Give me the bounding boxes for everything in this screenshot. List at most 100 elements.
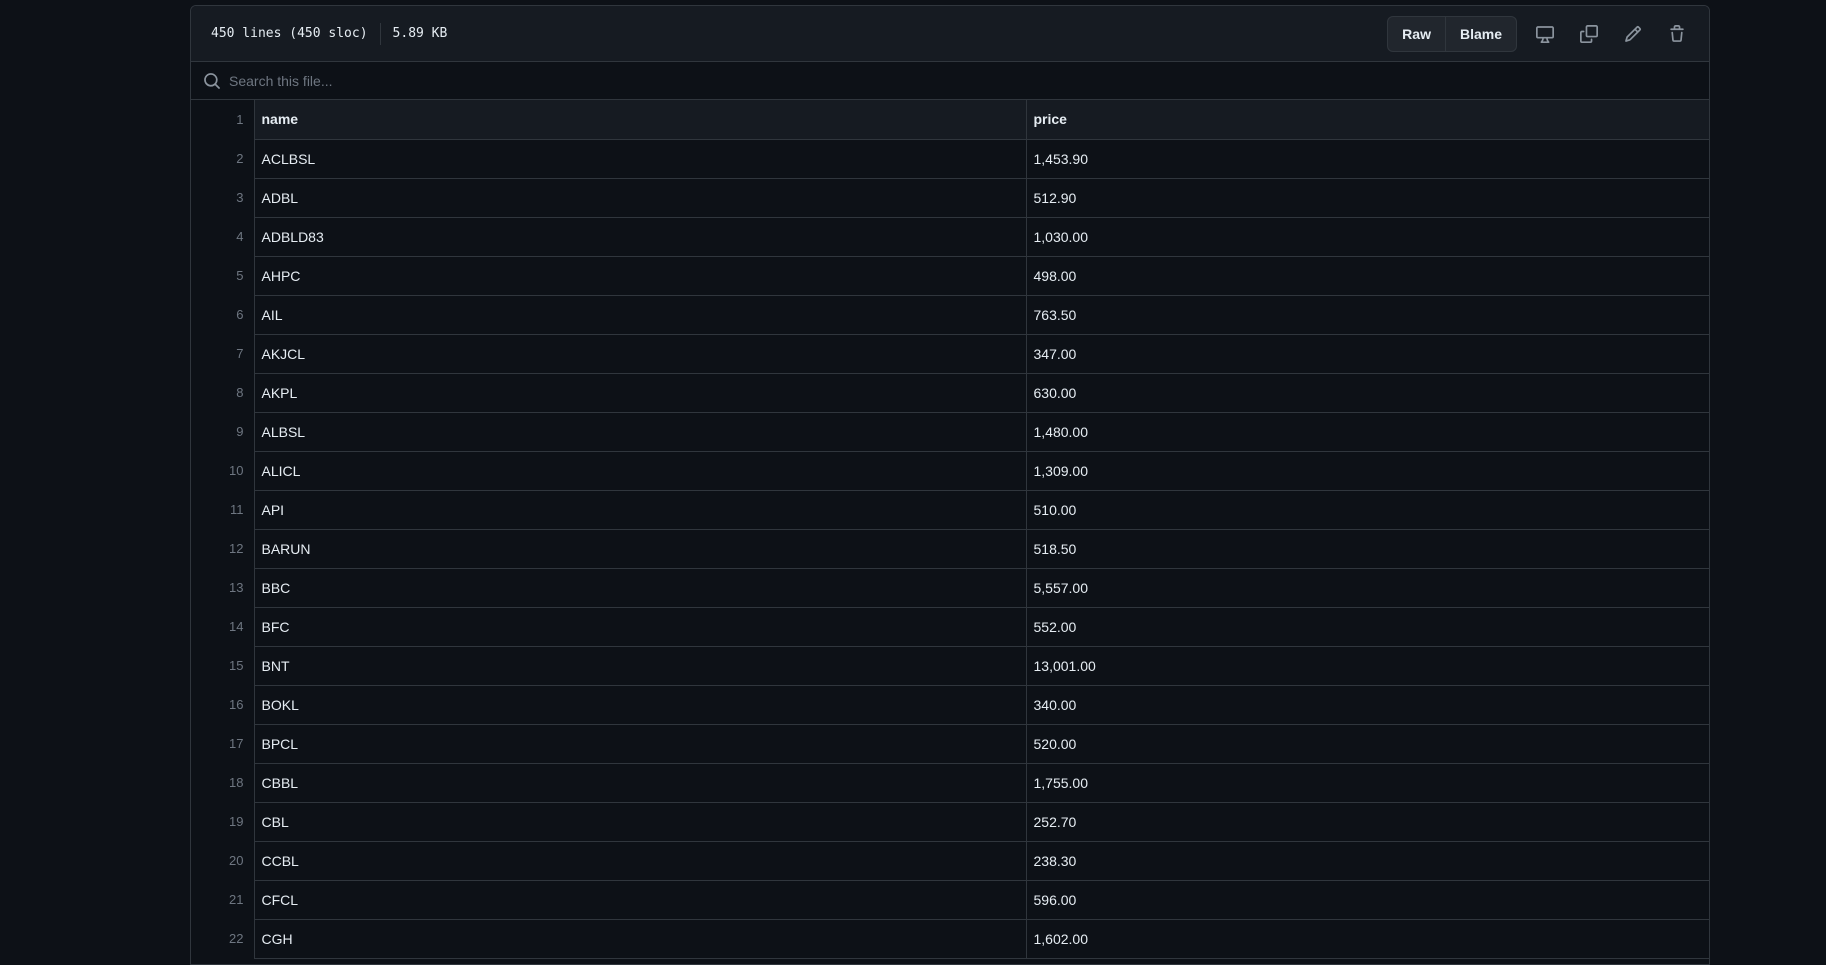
- table-row: 11 API 510.00: [191, 490, 1709, 530]
- cell-price: 552.00: [1026, 607, 1709, 647]
- cell-price: 596.00: [1026, 880, 1709, 920]
- cell-price: 340.00: [1026, 685, 1709, 725]
- line-number[interactable]: 22: [191, 919, 255, 958]
- line-number[interactable]: 2: [191, 139, 255, 178]
- line-number[interactable]: 14: [191, 607, 255, 646]
- line-number[interactable]: 9: [191, 412, 255, 451]
- file-viewer: 450 lines (450 sloc) 5.89 KB Raw Blame S…: [190, 5, 1710, 965]
- table-header-row: 1 name price: [191, 100, 1709, 140]
- table-row: 16 BOKL 340.00: [191, 685, 1709, 725]
- line-number[interactable]: 17: [191, 724, 255, 763]
- line-number[interactable]: 7: [191, 334, 255, 373]
- line-number[interactable]: 10: [191, 451, 255, 490]
- line-number[interactable]: 20: [191, 841, 255, 880]
- table-row: 4 ADBLD83 1,030.00: [191, 217, 1709, 257]
- cell-name: BARUN: [254, 529, 1027, 569]
- cell-name: BNT: [254, 646, 1027, 686]
- cell-name: BFC: [254, 607, 1027, 647]
- file-actions: Raw Blame: [1387, 15, 1693, 52]
- cell-name: ALBSL: [254, 412, 1027, 452]
- line-number[interactable]: 19: [191, 802, 255, 841]
- table-row: 20 CCBL 238.30: [191, 841, 1709, 881]
- pencil-icon[interactable]: [1617, 18, 1649, 50]
- cell-price: 1,755.00: [1026, 763, 1709, 803]
- raw-button[interactable]: Raw: [1388, 17, 1445, 51]
- line-number[interactable]: 21: [191, 880, 255, 919]
- cell-price: 238.30: [1026, 841, 1709, 881]
- table-row: 8 AKPL 630.00: [191, 373, 1709, 413]
- table-row: 21 CFCL 596.00: [191, 880, 1709, 920]
- trash-icon[interactable]: [1661, 18, 1693, 50]
- cell-name: CBBL: [254, 763, 1027, 803]
- cell-name: API: [254, 490, 1027, 530]
- file-info: 450 lines (450 sloc) 5.89 KB: [211, 22, 448, 45]
- table-row: 10 ALICL 1,309.00: [191, 451, 1709, 491]
- cell-price: 1,453.90: [1026, 139, 1709, 179]
- line-number[interactable]: 12: [191, 529, 255, 568]
- table-row: 22 CGH 1,602.00: [191, 919, 1709, 959]
- cell-price: 512.90: [1026, 178, 1709, 218]
- csv-table: 1 name price 2 ACLBSL 1,453.90 3 ADBL 512.90 4 ADB…: [191, 100, 1709, 959]
- cell-price: 1,030.00: [1026, 217, 1709, 257]
- search-icon: [204, 72, 220, 89]
- line-number[interactable]: 3: [191, 178, 255, 217]
- table-row: 17 BPCL 520.00: [191, 724, 1709, 764]
- cell-price: 347.00: [1026, 334, 1709, 374]
- cell-name: CCBL: [254, 841, 1027, 881]
- cell-name: CGH: [254, 919, 1027, 959]
- search-bar: [191, 62, 1709, 100]
- table-row: 13 BBC 5,557.00: [191, 568, 1709, 608]
- cell-name: BOKL: [254, 685, 1027, 725]
- line-number[interactable]: 15: [191, 646, 255, 685]
- blame-button[interactable]: Blame: [1444, 16, 1516, 51]
- copy-icon[interactable]: [1573, 18, 1605, 50]
- desktop-icon[interactable]: [1529, 18, 1561, 50]
- cell-name: BPCL: [254, 724, 1027, 764]
- cell-name: AIL: [254, 295, 1027, 335]
- line-number[interactable]: 1: [191, 100, 255, 139]
- table-row: 19 CBL 252.70: [191, 802, 1709, 842]
- cell-name: ADBLD83: [254, 217, 1027, 257]
- table-row: 14 BFC 552.00: [191, 607, 1709, 647]
- column-header-name: name: [254, 100, 1027, 140]
- search-input[interactable]: [229, 72, 1629, 89]
- file-header: 450 lines (450 sloc) 5.89 KB Raw Blame: [191, 6, 1709, 62]
- table-row: 2 ACLBSL 1,453.90: [191, 139, 1709, 179]
- cell-name: AKJCL: [254, 334, 1027, 374]
- cell-price: 252.70: [1026, 802, 1709, 842]
- cell-price: 630.00: [1026, 373, 1709, 413]
- table-row: 15 BNT 13,001.00: [191, 646, 1709, 686]
- cell-price: 1,309.00: [1026, 451, 1709, 491]
- cell-price: 510.00: [1026, 490, 1709, 530]
- line-number[interactable]: 5: [191, 256, 255, 295]
- line-number[interactable]: 4: [191, 217, 255, 256]
- line-number[interactable]: 13: [191, 568, 255, 607]
- cell-name: AHPC: [254, 256, 1027, 296]
- cell-price: 520.00: [1026, 724, 1709, 764]
- cell-price: 1,480.00: [1026, 412, 1709, 452]
- line-number[interactable]: 18: [191, 763, 255, 802]
- cell-name: BBC: [254, 568, 1027, 608]
- raw-blame-group: Raw Blame: [1387, 15, 1517, 52]
- table-row: 3 ADBL 512.90: [191, 178, 1709, 218]
- table-row: 18 CBBL 1,755.00: [191, 763, 1709, 803]
- table-row: 5 AHPC 498.00: [191, 256, 1709, 296]
- table-row: 12 BARUN 518.50: [191, 529, 1709, 569]
- file-size: 5.89 KB: [392, 26, 448, 41]
- cell-price: 5,557.00: [1026, 568, 1709, 608]
- line-number[interactable]: 8: [191, 373, 255, 412]
- cell-name: AKPL: [254, 373, 1027, 413]
- cell-price: 763.50: [1026, 295, 1709, 335]
- divider: [379, 22, 381, 45]
- cell-price: 13,001.00: [1026, 646, 1709, 686]
- cell-price: 518.50: [1026, 529, 1709, 569]
- cell-name: ADBL: [254, 178, 1027, 218]
- column-header-price: price: [1026, 100, 1709, 140]
- line-number[interactable]: 6: [191, 295, 255, 334]
- cell-name: ALICL: [254, 451, 1027, 491]
- line-number[interactable]: 16: [191, 685, 255, 724]
- line-number[interactable]: 11: [191, 490, 255, 529]
- cell-name: CFCL: [254, 880, 1027, 920]
- cell-price: 1,602.00: [1026, 919, 1709, 959]
- table-row: 6 AIL 763.50: [191, 295, 1709, 335]
